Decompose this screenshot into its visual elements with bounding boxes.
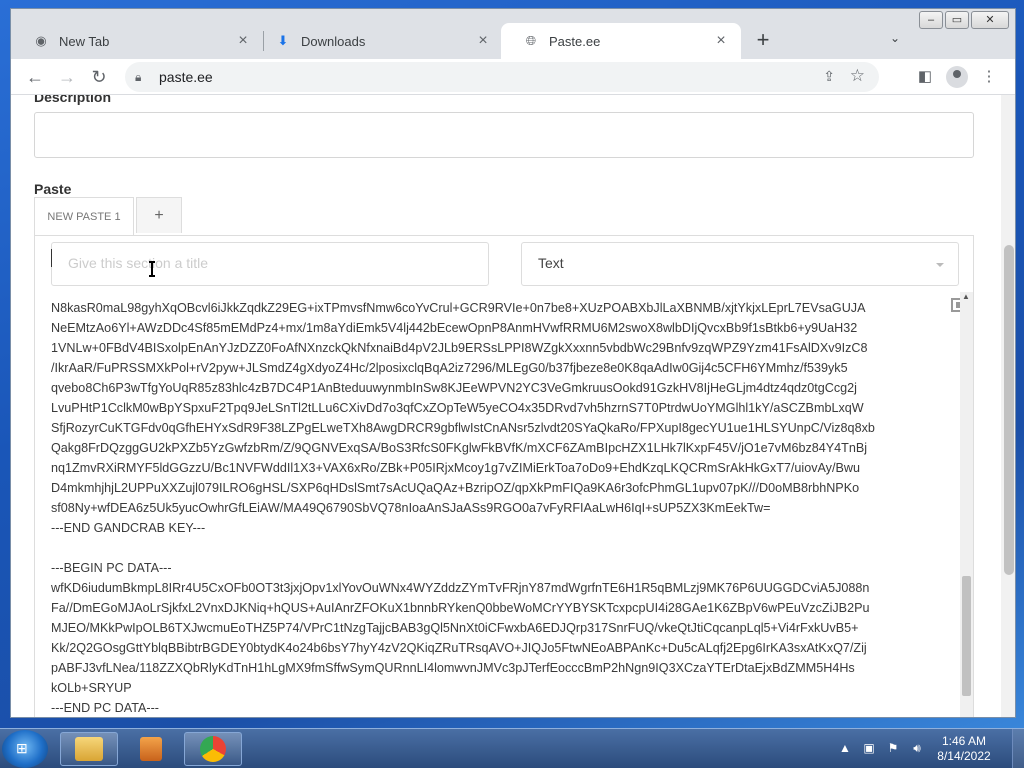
tab-label: Downloads [301,33,366,49]
url-text: paste.ee [159,69,213,85]
page-scrollbar[interactable] [1001,95,1015,717]
editor-line: sf08Ny+wfDEA6z5Uk5yucOwhrGfLEiAW/MA49Q67… [51,501,771,515]
new-tab-button[interactable]: + [752,29,774,51]
chrome-icon [200,736,226,762]
folder-icon [75,737,103,761]
syntax-select[interactable]: Text [521,242,959,286]
side-panel-icon[interactable]: ◧ [913,65,937,89]
tab-new-paste-1[interactable]: NEW PASTE 1 [34,197,134,235]
maximize-button[interactable]: ▭ [945,11,969,29]
chrome-icon: ◉ [35,33,47,48]
tab-downloads[interactable]: ⬇ Downloads × [253,23,503,59]
menu-icon[interactable]: ⋮ [977,65,1001,89]
scroll-up-icon[interactable]: ▲ [962,292,970,301]
back-icon[interactable]: ← [23,65,47,89]
close-icon[interactable]: × [713,33,729,49]
editor-line: pABFJ3vfLNea/118ZZXQbRlyKdTnH1hLgMX9fmSf… [51,661,855,675]
editor-line: 1VNLw+0FBdV4BISxolpEnAnYJzDZZ0FoAfNXnzck… [51,341,868,355]
minimize-button[interactable]: – [919,11,943,29]
show-hidden-icons-icon[interactable]: ▲ [836,741,854,757]
editor-line: LvuPHtP1CclkM0wBpYSpxuF2Tpq9JeLSnTl2tLLu… [51,401,864,415]
paste-editor[interactable]: N8kasR0maL98gyhXqOBcvl6iJkkZqdkZ29EG+ixT… [35,292,959,717]
reload-icon[interactable]: ↻ [87,65,111,89]
browser-window: ◉ New Tab × ⬇ Downloads × 🌐︎ Paste.ee × … [10,8,1016,718]
editor-line: ---END GANDCRAB KEY--- [51,521,206,535]
clock-time: 1:46 AM [941,734,987,748]
editor-line: nq1ZmvRXiRMYF5ldGGzzU/Bc1NVFWddIl1X3+VAX… [51,461,860,475]
media-player-icon [140,737,162,761]
add-section-button[interactable]: + [136,197,182,233]
editor-line: qvebo8Ch6P3wTfgYoUqR85z83hlc4zB7DC4P1AnB… [51,381,857,395]
paste-label: Paste [34,181,72,197]
profile-avatar[interactable] [946,66,968,88]
lock-icon[interactable]: 🔒︎ [135,70,149,85]
window-controls: – ▭ ✕ [919,11,1009,29]
chevron-down-icon [936,263,944,267]
tab-strip: ◉ New Tab × ⬇ Downloads × 🌐︎ Paste.ee × … [11,9,1015,59]
mouse-cursor [149,261,155,277]
globe-icon: 🌐︎ [525,33,537,48]
section-title-input[interactable]: Give this section a title [51,242,489,286]
tab-label: Paste.ee [549,33,601,49]
editor-line: Qakg8FrDQzggGU2kPXZb5YzGwfzbRm/Z/9QGNVEx… [51,441,868,455]
clock-date: 8/14/2022 [937,749,991,763]
download-icon: ⬇ [277,33,289,48]
close-window-button[interactable]: ✕ [971,11,1009,29]
editor-line: N8kasR0maL98gyhXqOBcvl6iJkkZqdkZ29EG+ixT… [51,301,866,315]
forward-icon[interactable]: → [55,65,79,89]
editor-line: ---END PC DATA--- [51,701,159,715]
editor-scroll-thumb[interactable] [962,576,971,696]
description-input[interactable] [34,112,974,158]
close-icon[interactable]: × [235,33,251,49]
editor-line: kOLb+SRYUP [51,681,132,695]
action-center-icon[interactable]: ⚑ [884,741,902,757]
page-scroll-thumb[interactable] [1004,245,1014,575]
editor-line: Fa//DmEGoMJAoLrSjkfxL2VnxDJKNiq+hQUS+AuI… [51,601,870,615]
windows-logo-icon: ⊞ [16,740,28,756]
taskbar-chrome[interactable] [184,732,242,766]
tab-label: New Tab [59,33,110,49]
editor-line: SfjRozyrCuKTGFdv0qGfhEHYxSdR9F38LZPgELwe… [51,421,875,435]
tab-paste-ee[interactable]: 🌐︎ Paste.ee × [501,23,741,59]
taskbar-explorer[interactable] [60,732,118,766]
description-label: Description [34,95,112,105]
text-caret [51,249,52,267]
page-content: Description Paste NEW PASTE 1 + Give thi… [11,95,1001,717]
bookmark-star-icon[interactable]: ☆ [850,66,865,86]
editor-line: wfKD6iudumBkmpL8IRr4U5CxOFb0OT3t3jxjOpv1… [51,581,870,595]
editor-line: MJEO/MKkPwIpOLB6TXJwcmuEoTHZ5P74/VPrC1tN… [51,621,859,635]
editor-line: Kk/2Q2GOsgGttYblqBBibtrBGDEY0btydK4o24b6… [51,641,867,655]
editor-line: /IkrAaR/FuPRSSMXkPol+rV2pyw+JLSmdZ4gXdyo… [51,361,848,375]
editor-line: ---BEGIN PC DATA--- [51,561,172,575]
show-desktop-button[interactable] [1012,729,1024,768]
paste-section: Give this section a title Text N8kasR0ma… [34,235,974,717]
editor-line: NeEMtzAo6Yl+AWzDDc4Sf85mEMdPz4+mx/1m8aYd… [51,321,858,335]
taskbar-media-player[interactable] [122,732,180,766]
clock[interactable]: 1:46 AM 8/14/2022 [932,734,996,764]
editor-scrollbar[interactable]: ▲ ▼ [960,292,973,717]
network-icon[interactable]: ▣ [860,741,878,757]
tab-new-tab[interactable]: ◉ New Tab × [11,23,263,59]
volume-icon[interactable]: 🔊︎ [908,741,926,757]
taskbar: ⊞ ▲ ▣ ⚑ 🔊︎ 1:46 AM 8/14/2022 [0,728,1024,768]
syntax-value: Text [538,255,564,271]
tab-search-icon[interactable]: ⌄ [887,31,903,47]
close-icon[interactable]: × [475,33,491,49]
start-button[interactable]: ⊞ [2,730,48,768]
share-icon[interactable]: ⇪ [823,68,835,85]
browser-toolbar: ← → ↻ 🔒︎ paste.ee ⇪ ☆ ◧ ⋮ [11,59,1015,95]
editor-line: D4mkmhjhjL2UPPuXXZujl079ILRO6gHSL/SXP6qH… [51,481,860,495]
system-tray: ▲ ▣ ⚑ 🔊︎ 1:46 AM 8/14/2022 [836,729,1024,768]
address-bar[interactable]: 🔒︎ paste.ee ⇪ ☆ [125,62,879,92]
